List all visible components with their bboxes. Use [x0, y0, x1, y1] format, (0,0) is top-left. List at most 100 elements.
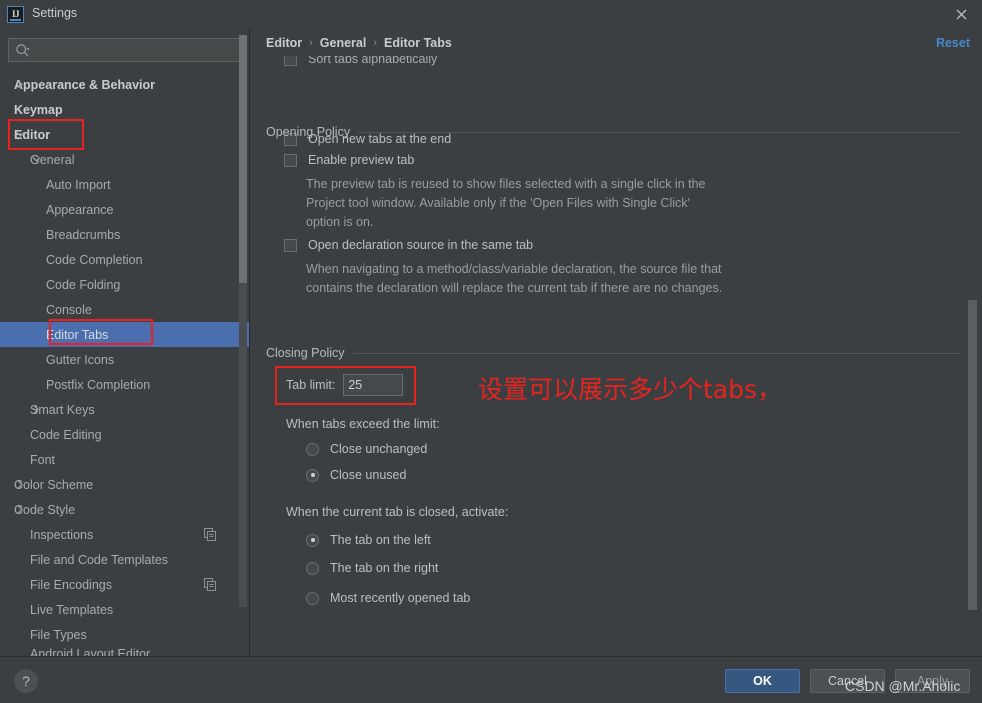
sort-tabs-alphabetically-row[interactable]: Sort tabs alphabetically: [284, 56, 437, 66]
sidebar-item-label: Code Editing: [30, 427, 102, 442]
sidebar-item-color-scheme[interactable]: Color Scheme: [0, 472, 249, 497]
search-icon: [15, 43, 31, 59]
sort-tabs-alphabetically-label: Sort tabs alphabetically: [308, 56, 438, 66]
most-recently-opened-row[interactable]: Most recently opened tab: [306, 591, 470, 605]
sidebar-item-label: Gutter Icons: [46, 352, 115, 367]
open-declaration-description: When navigating to a method/class/variab…: [306, 262, 723, 295]
group-divider: [352, 352, 960, 354]
close-unchanged-row[interactable]: Close unchanged: [306, 442, 427, 456]
sidebar-item-keymap[interactable]: Keymap: [0, 97, 249, 122]
copy-icon[interactable]: [204, 578, 217, 591]
sidebar-item-label: Editor Tabs: [46, 327, 109, 342]
chevron-down-icon[interactable]: [14, 129, 26, 141]
enable-preview-tab-label: Enable preview tab: [308, 153, 415, 167]
tab-on-right-radio[interactable]: [306, 561, 319, 575]
breadcrumb-item-general[interactable]: General: [320, 36, 367, 50]
chevron-right-icon[interactable]: [30, 404, 42, 416]
sidebar-item-live-templates[interactable]: Live Templates: [0, 597, 249, 622]
sidebar-item-smart-keys[interactable]: Smart Keys: [0, 397, 249, 422]
most-recently-opened-label: Most recently opened tab: [330, 591, 471, 605]
sidebar-item-label: Keymap: [14, 102, 63, 117]
settings-tree: Appearance & Behavior Keymap Editor General…: [0, 72, 249, 656]
settings-window: IJ Settings Reset Appearance & Behavior K…: [0, 0, 982, 703]
content-scrollbar-thumb[interactable]: [968, 300, 977, 610]
chevron-right-icon[interactable]: [14, 479, 26, 491]
reset-link[interactable]: Reset: [936, 36, 970, 50]
title-bar: IJ Settings: [0, 0, 982, 28]
sidebar-item-code-folding[interactable]: Code Folding: [0, 272, 249, 297]
sidebar-item-font[interactable]: Font: [0, 447, 249, 472]
intellij-logo-icon: IJ: [7, 6, 24, 23]
sidebar-item-code-completion[interactable]: Code Completion: [0, 247, 249, 272]
tab-limit-row[interactable]: Tab limit:: [286, 374, 404, 396]
sidebar-item-label: Font: [30, 452, 56, 467]
enable-preview-tab-checkbox[interactable]: [284, 153, 297, 167]
enable-preview-tab-row[interactable]: Enable preview tab: [284, 153, 414, 167]
when-tabs-exceed-label: When tabs exceed the limit:: [286, 417, 440, 431]
close-unused-label: Close unused: [330, 468, 407, 482]
chevron-down-icon[interactable]: [30, 154, 42, 166]
sidebar-item-postfix-completion[interactable]: Postfix Completion: [0, 372, 249, 397]
most-recently-opened-radio[interactable]: [306, 591, 319, 605]
opening-policy-group-header: Opening Policy: [266, 125, 960, 139]
closing-policy-group-header: Closing Policy: [266, 346, 960, 360]
annotation-chinese-note: 设置可以展示多少个tabs，: [478, 375, 783, 404]
sidebar-item-label: Code Folding: [46, 277, 121, 292]
sidebar-item-label: Appearance & Behavior: [14, 77, 156, 92]
copy-icon[interactable]: [204, 528, 217, 541]
sidebar-item-file-and-code-templates[interactable]: File and Code Templates: [0, 547, 249, 572]
sidebar-item-code-editing[interactable]: Code Editing: [0, 422, 249, 447]
sidebar-item-console[interactable]: Console: [0, 297, 249, 322]
tab-on-left-label: The tab on the left: [330, 533, 431, 547]
tab-on-left-row[interactable]: The tab on the left: [306, 533, 431, 547]
sidebar-item-label: Console: [46, 302, 92, 317]
chevron-right-icon[interactable]: [14, 79, 26, 91]
ok-button[interactable]: OK: [725, 669, 800, 693]
help-icon[interactable]: ?: [14, 669, 38, 693]
sidebar-item-editor[interactable]: Editor: [0, 122, 249, 147]
sidebar-item-breadcrumbs[interactable]: Breadcrumbs: [0, 222, 249, 247]
sidebar-item-label: Auto Import: [46, 177, 111, 192]
logo-text: IJ: [11, 8, 20, 19]
open-declaration-row[interactable]: Open declaration source in the same tab: [284, 238, 533, 252]
sort-tabs-alphabetically-checkbox[interactable]: [284, 56, 297, 66]
dialog-footer: ? OK Cancel Apply: [0, 656, 982, 703]
sidebar-item-file-encodings[interactable]: File Encodings: [0, 572, 249, 597]
sidebar-scrollbar-thumb[interactable]: [239, 35, 247, 283]
settings-panel: Sort tabs alphabetically Open new tabs a…: [250, 56, 982, 656]
tab-on-left-radio[interactable]: [306, 533, 319, 547]
sidebar-item-file-types[interactable]: File Types: [0, 622, 249, 647]
sidebar-item-appearance-behavior[interactable]: Appearance & Behavior: [0, 72, 249, 97]
sidebar-item-android-layout-editor[interactable]: Android Layout Editor: [0, 647, 249, 656]
sidebar-item-inspections[interactable]: Inspections: [0, 522, 249, 547]
tab-limit-input[interactable]: [343, 374, 404, 396]
tab-on-right-row[interactable]: The tab on the right: [306, 561, 438, 575]
close-unused-row[interactable]: Close unused: [306, 468, 406, 482]
close-unused-radio[interactable]: [306, 468, 319, 482]
breadcrumb: Editor › General › Editor Tabs: [266, 36, 452, 50]
breadcrumb-item-editor[interactable]: Editor: [266, 36, 302, 50]
tab-limit-label: Tab limit:: [286, 378, 336, 392]
sidebar-item-editor-tabs[interactable]: Editor Tabs: [0, 322, 249, 347]
close-unchanged-radio[interactable]: [306, 442, 319, 456]
sidebar-item-appearance[interactable]: Appearance: [0, 197, 249, 222]
sidebar-item-gutter-icons[interactable]: Gutter Icons: [0, 347, 249, 372]
search-box[interactable]: [8, 38, 241, 62]
sidebar-item-code-style[interactable]: Code Style: [0, 497, 249, 522]
sidebar-item-label: File and Code Templates: [30, 552, 169, 567]
sidebar-item-auto-import[interactable]: Auto Import: [0, 172, 249, 197]
breadcrumb-item-editor-tabs: Editor Tabs: [384, 36, 452, 50]
close-unchanged-label: Close unchanged: [330, 442, 428, 456]
open-declaration-checkbox[interactable]: [284, 238, 297, 252]
when-current-tab-closed-label: When the current tab is closed, activate…: [286, 505, 509, 519]
breadcrumb-separator: ›: [309, 37, 313, 49]
closing-policy-title: Closing Policy: [266, 346, 345, 360]
close-icon[interactable]: [950, 4, 972, 24]
chevron-right-icon[interactable]: [14, 504, 26, 516]
sidebar-item-general[interactable]: General: [0, 147, 249, 172]
window-title: Settings: [32, 6, 78, 20]
group-divider: [358, 131, 960, 133]
tab-on-right-label: The tab on the right: [330, 561, 439, 575]
sidebar-item-label: Appearance: [46, 202, 114, 217]
search-input[interactable]: [35, 39, 235, 61]
